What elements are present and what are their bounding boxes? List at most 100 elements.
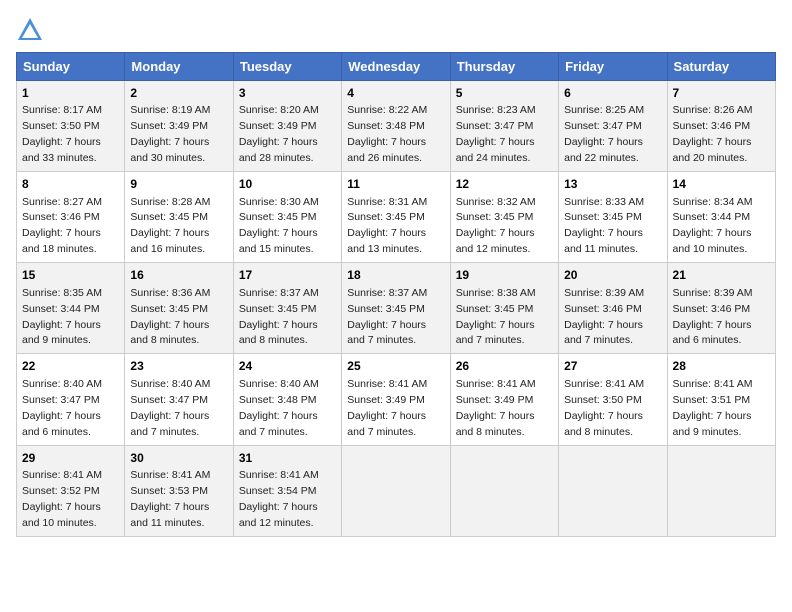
cell-content: Sunrise: 8:41 AMSunset: 3:49 PMDaylight:…: [347, 378, 427, 438]
day-number: 28: [673, 358, 770, 375]
calendar-cell: 24 Sunrise: 8:40 AMSunset: 3:48 PMDayligh…: [233, 354, 341, 445]
calendar-cell: 12 Sunrise: 8:32 AMSunset: 3:45 PMDayligh…: [450, 172, 558, 263]
calendar-cell: 29 Sunrise: 8:41 AMSunset: 3:52 PMDayligh…: [17, 445, 125, 536]
calendar-cell: 30 Sunrise: 8:41 AMSunset: 3:53 PMDayligh…: [125, 445, 233, 536]
logo-icon: [16, 16, 44, 44]
cell-content: Sunrise: 8:20 AMSunset: 3:49 PMDaylight:…: [239, 104, 319, 164]
day-number: 20: [564, 267, 661, 284]
day-number: 15: [22, 267, 119, 284]
calendar-cell: 17 Sunrise: 8:37 AMSunset: 3:45 PMDayligh…: [233, 263, 341, 354]
cell-content: Sunrise: 8:23 AMSunset: 3:47 PMDaylight:…: [456, 104, 536, 164]
calendar-cell: 20 Sunrise: 8:39 AMSunset: 3:46 PMDayligh…: [559, 263, 667, 354]
cell-content: Sunrise: 8:40 AMSunset: 3:47 PMDaylight:…: [22, 378, 102, 438]
day-number: 4: [347, 85, 444, 102]
calendar-cell: 11 Sunrise: 8:31 AMSunset: 3:45 PMDayligh…: [342, 172, 450, 263]
calendar-cell: 15 Sunrise: 8:35 AMSunset: 3:44 PMDayligh…: [17, 263, 125, 354]
cell-content: Sunrise: 8:37 AMSunset: 3:45 PMDaylight:…: [347, 287, 427, 347]
day-number: 19: [456, 267, 553, 284]
cell-content: Sunrise: 8:28 AMSunset: 3:45 PMDaylight:…: [130, 196, 210, 256]
cell-content: Sunrise: 8:41 AMSunset: 3:52 PMDaylight:…: [22, 469, 102, 529]
cell-content: Sunrise: 8:27 AMSunset: 3:46 PMDaylight:…: [22, 196, 102, 256]
cell-content: Sunrise: 8:22 AMSunset: 3:48 PMDaylight:…: [347, 104, 427, 164]
day-number: 23: [130, 358, 227, 375]
cell-content: Sunrise: 8:30 AMSunset: 3:45 PMDaylight:…: [239, 196, 319, 256]
cell-content: Sunrise: 8:41 AMSunset: 3:49 PMDaylight:…: [456, 378, 536, 438]
day-number: 16: [130, 267, 227, 284]
cell-content: Sunrise: 8:41 AMSunset: 3:54 PMDaylight:…: [239, 469, 319, 529]
day-number: 21: [673, 267, 770, 284]
cell-content: Sunrise: 8:32 AMSunset: 3:45 PMDaylight:…: [456, 196, 536, 256]
calendar-cell: 13 Sunrise: 8:33 AMSunset: 3:45 PMDayligh…: [559, 172, 667, 263]
cell-content: Sunrise: 8:33 AMSunset: 3:45 PMDaylight:…: [564, 196, 644, 256]
day-number: 29: [22, 450, 119, 467]
calendar-cell: 21 Sunrise: 8:39 AMSunset: 3:46 PMDayligh…: [667, 263, 775, 354]
cell-content: Sunrise: 8:39 AMSunset: 3:46 PMDaylight:…: [673, 287, 753, 347]
day-number: 9: [130, 176, 227, 193]
calendar-cell: [342, 445, 450, 536]
calendar-table: SundayMondayTuesdayWednesdayThursdayFrid…: [16, 52, 776, 537]
day-number: 14: [673, 176, 770, 193]
calendar-cell: 22 Sunrise: 8:40 AMSunset: 3:47 PMDayligh…: [17, 354, 125, 445]
day-number: 3: [239, 85, 336, 102]
cell-content: Sunrise: 8:31 AMSunset: 3:45 PMDaylight:…: [347, 196, 427, 256]
day-number: 11: [347, 176, 444, 193]
col-header-thursday: Thursday: [450, 53, 558, 81]
calendar-cell: 25 Sunrise: 8:41 AMSunset: 3:49 PMDayligh…: [342, 354, 450, 445]
calendar-cell: 31 Sunrise: 8:41 AMSunset: 3:54 PMDayligh…: [233, 445, 341, 536]
day-number: 31: [239, 450, 336, 467]
day-number: 10: [239, 176, 336, 193]
day-number: 18: [347, 267, 444, 284]
calendar-cell: [667, 445, 775, 536]
calendar-cell: 4 Sunrise: 8:22 AMSunset: 3:48 PMDaylight…: [342, 81, 450, 172]
cell-content: Sunrise: 8:34 AMSunset: 3:44 PMDaylight:…: [673, 196, 753, 256]
calendar-cell: 19 Sunrise: 8:38 AMSunset: 3:45 PMDayligh…: [450, 263, 558, 354]
calendar-cell: 10 Sunrise: 8:30 AMSunset: 3:45 PMDayligh…: [233, 172, 341, 263]
day-number: 26: [456, 358, 553, 375]
calendar-cell: [559, 445, 667, 536]
day-number: 8: [22, 176, 119, 193]
calendar-cell: 14 Sunrise: 8:34 AMSunset: 3:44 PMDayligh…: [667, 172, 775, 263]
calendar-cell: 6 Sunrise: 8:25 AMSunset: 3:47 PMDaylight…: [559, 81, 667, 172]
calendar-cell: 27 Sunrise: 8:41 AMSunset: 3:50 PMDayligh…: [559, 354, 667, 445]
logo: [16, 16, 48, 44]
col-header-saturday: Saturday: [667, 53, 775, 81]
col-header-friday: Friday: [559, 53, 667, 81]
cell-content: Sunrise: 8:38 AMSunset: 3:45 PMDaylight:…: [456, 287, 536, 347]
cell-content: Sunrise: 8:40 AMSunset: 3:48 PMDaylight:…: [239, 378, 319, 438]
calendar-cell: 16Sunrise: 8:36 AMSunset: 3:45 PMDayligh…: [125, 263, 233, 354]
cell-content: Sunrise: 8:41 AMSunset: 3:50 PMDaylight:…: [564, 378, 644, 438]
calendar-cell: 3 Sunrise: 8:20 AMSunset: 3:49 PMDaylight…: [233, 81, 341, 172]
calendar-cell: 1 Sunrise: 8:17 AMSunset: 3:50 PMDaylight…: [17, 81, 125, 172]
header: [16, 16, 776, 44]
cell-content: Sunrise: 8:39 AMSunset: 3:46 PMDaylight:…: [564, 287, 644, 347]
col-header-wednesday: Wednesday: [342, 53, 450, 81]
day-number: 5: [456, 85, 553, 102]
day-number: 1: [22, 85, 119, 102]
day-number: 12: [456, 176, 553, 193]
col-header-monday: Monday: [125, 53, 233, 81]
day-number: 25: [347, 358, 444, 375]
cell-content: Sunrise: 8:41 AMSunset: 3:53 PMDaylight:…: [130, 469, 210, 529]
day-number: 17: [239, 267, 336, 284]
cell-content: Sunrise: 8:19 AMSunset: 3:49 PMDaylight:…: [130, 104, 210, 164]
cell-content: Sunrise: 8:41 AMSunset: 3:51 PMDaylight:…: [673, 378, 753, 438]
calendar-cell: 26 Sunrise: 8:41 AMSunset: 3:49 PMDayligh…: [450, 354, 558, 445]
day-number: 22: [22, 358, 119, 375]
col-header-sunday: Sunday: [17, 53, 125, 81]
cell-content: Sunrise: 8:37 AMSunset: 3:45 PMDaylight:…: [239, 287, 319, 347]
calendar-cell: 8 Sunrise: 8:27 AMSunset: 3:46 PMDaylight…: [17, 172, 125, 263]
calendar-cell: 18 Sunrise: 8:37 AMSunset: 3:45 PMDayligh…: [342, 263, 450, 354]
day-number: 24: [239, 358, 336, 375]
col-header-tuesday: Tuesday: [233, 53, 341, 81]
day-number: 6: [564, 85, 661, 102]
cell-content: Sunrise: 8:25 AMSunset: 3:47 PMDaylight:…: [564, 104, 644, 164]
cell-content: Sunrise: 8:17 AMSunset: 3:50 PMDaylight:…: [22, 104, 102, 164]
calendar-cell: [450, 445, 558, 536]
calendar-cell: 28 Sunrise: 8:41 AMSunset: 3:51 PMDayligh…: [667, 354, 775, 445]
day-number: 30: [130, 450, 227, 467]
calendar-cell: 2 Sunrise: 8:19 AMSunset: 3:49 PMDaylight…: [125, 81, 233, 172]
day-number: 2: [130, 85, 227, 102]
day-number: 13: [564, 176, 661, 193]
cell-content: Sunrise: 8:35 AMSunset: 3:44 PMDaylight:…: [22, 287, 102, 347]
day-number: 27: [564, 358, 661, 375]
